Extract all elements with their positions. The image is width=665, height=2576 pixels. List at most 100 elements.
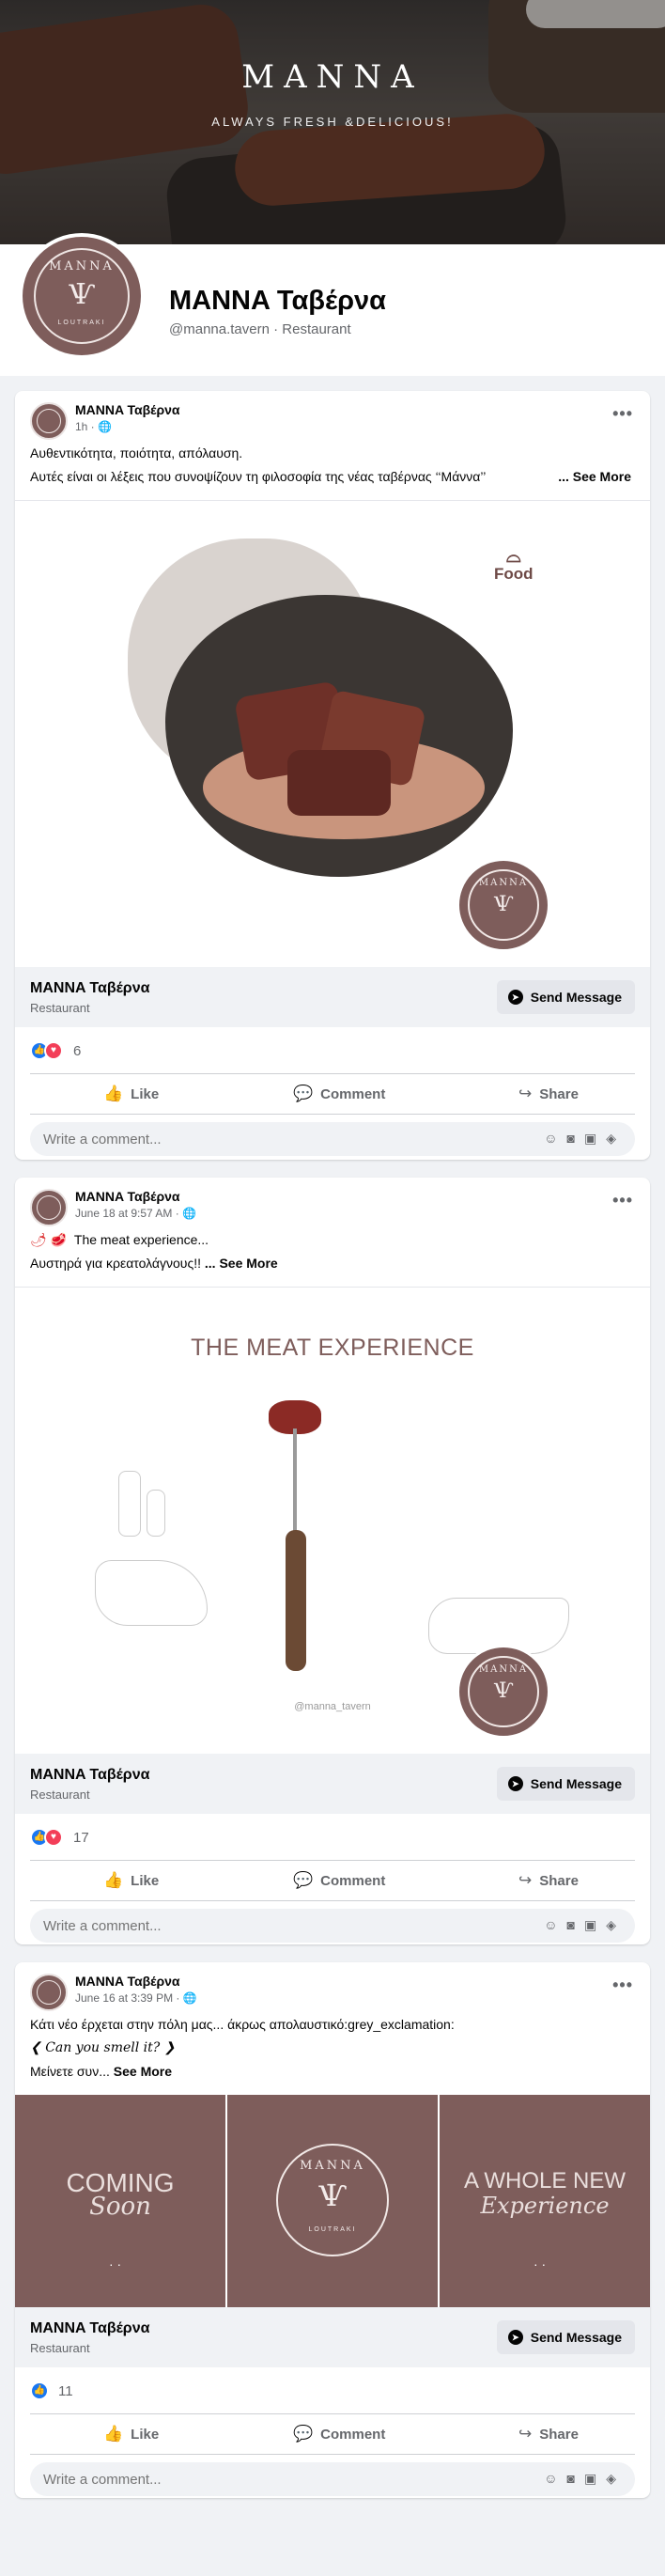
like-button[interactable]: 👍 Like (103, 1861, 159, 1900)
reaction-count: 11 (58, 2383, 73, 2399)
comment-button[interactable]: 💬 Comment (293, 1861, 385, 1900)
card-page-category: Restaurant (30, 1788, 90, 1802)
post-author[interactable]: MANNA Ταβέρνα (75, 1189, 180, 1204)
more-options-icon[interactable]: ••• (612, 1975, 633, 1995)
share-button[interactable]: ↪ Share (518, 2414, 579, 2454)
tile-logo-bottom: LOUTRAKI (308, 2226, 357, 2233)
like-button[interactable]: 👍 Like (103, 2414, 159, 2454)
comment-box[interactable]: ☺◙▣◈ (30, 1909, 635, 1943)
send-message-button[interactable]: ➤ Send Message (496, 2320, 635, 2354)
more-options-icon[interactable]: ••• (612, 1191, 633, 1210)
comment-button[interactable]: 💬 Comment (293, 1074, 385, 1114)
share-button[interactable]: ↪ Share (518, 1861, 579, 1900)
comment-icon: 💬 (293, 2425, 314, 2443)
comment-icon: 💬 (293, 1085, 314, 1102)
post-header: MANNA Ταβέρνα June 16 at 3:39 PM · 🌐 ••• (15, 1962, 650, 2015)
seal-word: MANNA (478, 878, 529, 888)
like-button[interactable]: 👍 Like (103, 1074, 159, 1114)
comment-tools-icons[interactable]: ☺◙▣◈ (544, 1917, 626, 1933)
comment-button[interactable]: 💬 Comment (293, 2414, 385, 2454)
post-image[interactable]: THE MEAT EXPERIENCE @manna_tavern MANNA … (15, 1287, 650, 1754)
thumbs-up-icon: 👍 (103, 1085, 124, 1102)
reactions-summary[interactable]: 👍 11 (30, 2380, 86, 2402)
love-reaction-icon: ♥ (44, 1828, 63, 1847)
image-title: THE MEAT EXPERIENCE (191, 1335, 474, 1361)
grid-tile-experience[interactable]: A WHOLE NEW Experience · · (440, 2095, 650, 2307)
seal-bull-icon: Ѱ (493, 1679, 514, 1703)
post-line-2-wrap: Αυτές είναι οι λέξεις που συνοψίζουν τη … (30, 465, 635, 489)
tile-experience: Experience (480, 2193, 610, 2219)
logo-bull-icon: Ѱ (68, 278, 96, 311)
avatar[interactable] (30, 402, 68, 440)
action-bar: 👍 Like 💬 Comment ↪ Share (30, 1073, 635, 1115)
thumbs-up-icon: 👍 (103, 2425, 124, 2443)
avatar[interactable] (30, 1974, 68, 2011)
page-card[interactable]: MANNA Ταβέρνα Restaurant ➤ Send Message (15, 967, 650, 1027)
globe-icon: 🌐 (98, 420, 112, 433)
thumbs-up-icon: 👍 (103, 1871, 124, 1889)
image-photo (165, 595, 513, 877)
send-message-button[interactable]: ➤ Send Message (496, 980, 635, 1014)
beef-3 (287, 750, 391, 816)
card-page-name: MANNA Ταβέρνα (30, 1767, 150, 1783)
messenger-icon: ➤ (507, 1776, 523, 1791)
post-author[interactable]: MANNA Ταβέρνα (75, 1974, 180, 1989)
sketch-pepper-mill (118, 1471, 141, 1537)
post-author[interactable]: MANNA Ταβέρνα (75, 402, 180, 417)
profile-header: MANNA Ѱ LOUTRAKI MANNA Ταβέρνα @manna.ta… (0, 233, 665, 376)
comment-tools-icons[interactable]: ☺◙▣◈ (544, 1131, 626, 1147)
send-message-button[interactable]: ➤ Send Message (496, 1767, 635, 1801)
post-image-grid: COMING Soon · · MANNA Ѱ LOUTRAKI A WHOLE… (15, 2095, 650, 2307)
page-card[interactable]: MANNA Ταβέρνα Restaurant ➤ Send Message (15, 1754, 650, 1814)
comment-box[interactable]: ☺◙▣◈ (30, 2462, 635, 2496)
tile-soon: Soon (89, 2193, 151, 2221)
food-badge-label: Food (494, 565, 534, 583)
profile-picture[interactable]: MANNA Ѱ LOUTRAKI (19, 233, 145, 359)
grid-tile-coming-soon[interactable]: COMING Soon · · (15, 2095, 225, 2307)
logo-bottom-text: LOUTRAKI (57, 320, 106, 326)
comment-box[interactable]: ☺◙▣◈ (30, 1122, 635, 1156)
see-more-link[interactable]: ... See More (552, 465, 631, 489)
share-icon: ↪ (518, 1871, 533, 1889)
globe-icon: 🌐 (182, 1991, 197, 2005)
comment-input[interactable] (30, 1909, 472, 1943)
post-line-1-wrap: 🌶 🥩 The meat experience... (30, 1228, 635, 1252)
sketch-salt (147, 1490, 165, 1537)
reactions-summary[interactable]: 👍 ♥ 6 (30, 1039, 105, 1062)
action-bar: 👍 Like 💬 Comment ↪ Share (30, 1860, 635, 1901)
page-card[interactable]: MANNA Ταβέρνα Restaurant ➤ Send Message (15, 2307, 650, 2367)
sketch-left (95, 1560, 208, 1626)
send-message-label: Send Message (530, 990, 622, 1005)
card-page-category: Restaurant (30, 1001, 90, 1015)
meat-icon: 🥩 (50, 1232, 68, 1247)
post-1: MANNA Ταβέρνα 1h · 🌐 ••• Αυθεντικότητα, … (15, 391, 650, 1160)
post-time[interactable]: June 16 at 3:39 PM · 🌐 (75, 1991, 197, 2005)
post-line-2-wrap: ❮ Can you smell it? ❯ (30, 2040, 176, 2055)
post-time[interactable]: 1h · 🌐 (75, 420, 112, 433)
tile-bull-icon: Ѱ (317, 2178, 348, 2213)
post-time[interactable]: June 18 at 9:57 AM · 🌐 (75, 1207, 196, 1220)
seal-bull-icon: Ѱ (493, 893, 514, 916)
post-line-2: Αυστηρά για κρεατολάγνους!! (30, 1256, 201, 1271)
avatar[interactable] (30, 1189, 68, 1226)
share-button[interactable]: ↪ Share (518, 1074, 579, 1114)
comment-input[interactable] (30, 1122, 472, 1156)
more-options-icon[interactable]: ••• (612, 404, 633, 424)
comment-tools-icons[interactable]: ☺◙▣◈ (544, 2471, 626, 2487)
tile-logo-word: MANNA (300, 2159, 365, 2173)
reaction-count: 17 (73, 1830, 89, 1846)
card-page-category: Restaurant (30, 2341, 90, 2355)
comment-input[interactable] (30, 2462, 472, 2496)
post-line-1: Αυθεντικότητα, ποιότητα, απόλαυση. (30, 445, 243, 461)
share-icon: ↪ (518, 2425, 533, 2443)
action-bar: 👍 Like 💬 Comment ↪ Share (30, 2413, 635, 2455)
reactions-summary[interactable]: 👍 ♥ 17 (30, 1826, 105, 1849)
grid-tile-logo[interactable]: MANNA Ѱ LOUTRAKI (227, 2095, 438, 2307)
cover-title: MANNA (241, 58, 424, 96)
fork-shaft (293, 1429, 297, 1532)
tile-dots: · · (109, 2256, 122, 2272)
page-meta: @manna.tavern · Restaurant (169, 321, 351, 337)
see-more-link[interactable]: See More (114, 2064, 172, 2079)
post-image[interactable]: ⌓ Food MANNA Ѱ (15, 500, 650, 967)
see-more-link[interactable]: ... See More (205, 1256, 278, 1271)
